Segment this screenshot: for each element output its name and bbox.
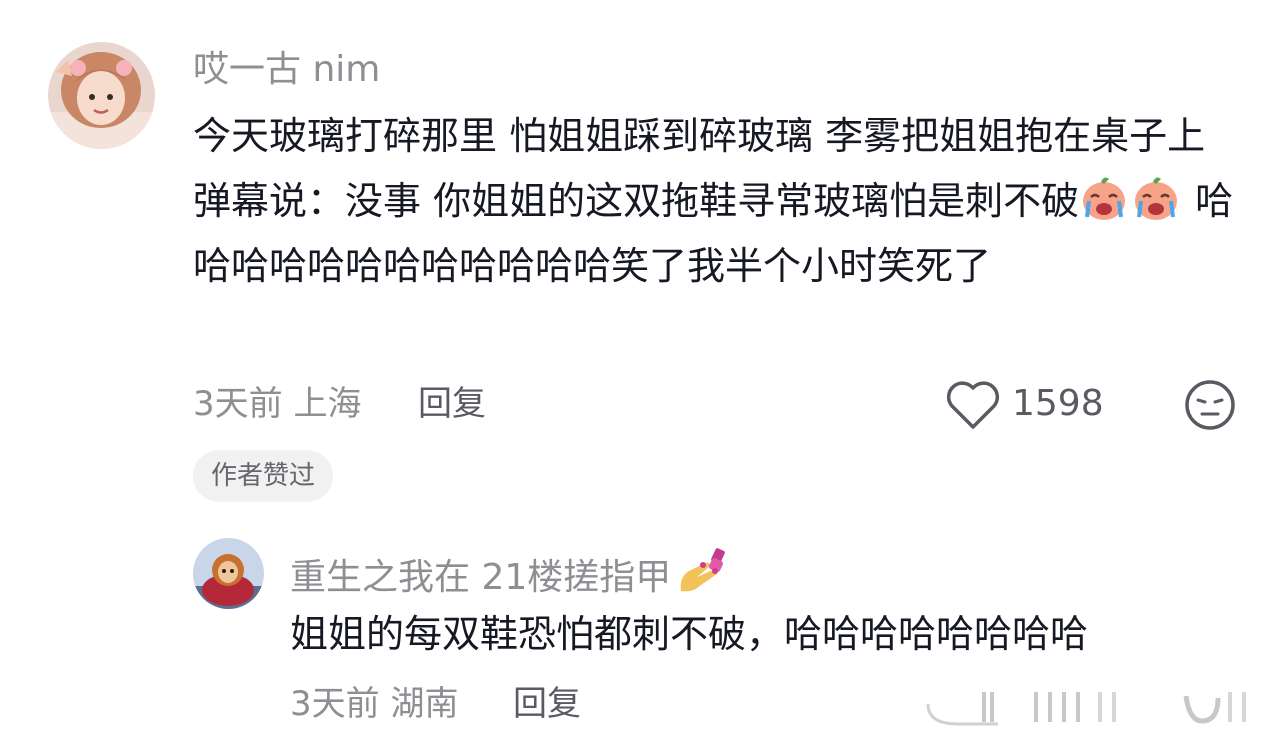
comment-location: 上海: [293, 384, 362, 424]
comment-text-main: 今天玻璃打碎那里 怕姐姐踩到碎玻璃 李雾把姐姐抱在桌子上 弹幕说：没事 你姐姐的…: [193, 114, 1206, 223]
commenter-avatar[interactable]: [48, 42, 155, 149]
comment-meta: 3天前 上海: [193, 382, 361, 426]
reply-meta: 3天前 湖南: [290, 682, 458, 726]
cropped-watermark: [918, 686, 1284, 732]
reply-button[interactable]: 回复: [513, 682, 581, 726]
comment-text: 今天玻璃打碎那里 怕姐姐踩到碎玻璃 李雾把姐姐抱在桌子上 弹幕说：没事 你姐姐的…: [193, 104, 1243, 299]
crying-laughing-peach-emoji: [1079, 173, 1129, 223]
reply-location: 湖南: [390, 684, 459, 724]
replier-avatar[interactable]: [193, 538, 264, 609]
heart-outline-icon[interactable]: [944, 378, 1002, 432]
reply-text: 姐姐的每双鞋恐怕都刺不破，哈哈哈哈哈哈哈哈: [290, 612, 1089, 656]
nail-polish-emoji: [675, 547, 731, 597]
like-count: 1598: [1012, 383, 1104, 424]
crying-laughing-peach-emoji: [1131, 173, 1181, 223]
reply-button[interactable]: 回复: [418, 382, 486, 426]
commenter-username[interactable]: 哎一古 nim: [193, 48, 380, 92]
author-liked-badge: 作者赞过: [193, 450, 334, 502]
comment-time: 3天前: [193, 384, 283, 424]
reply-time: 3天前: [290, 684, 380, 724]
neutral-face-icon[interactable]: [1183, 378, 1237, 432]
replier-username[interactable]: 重生之我在 21楼搓指甲: [290, 547, 731, 600]
